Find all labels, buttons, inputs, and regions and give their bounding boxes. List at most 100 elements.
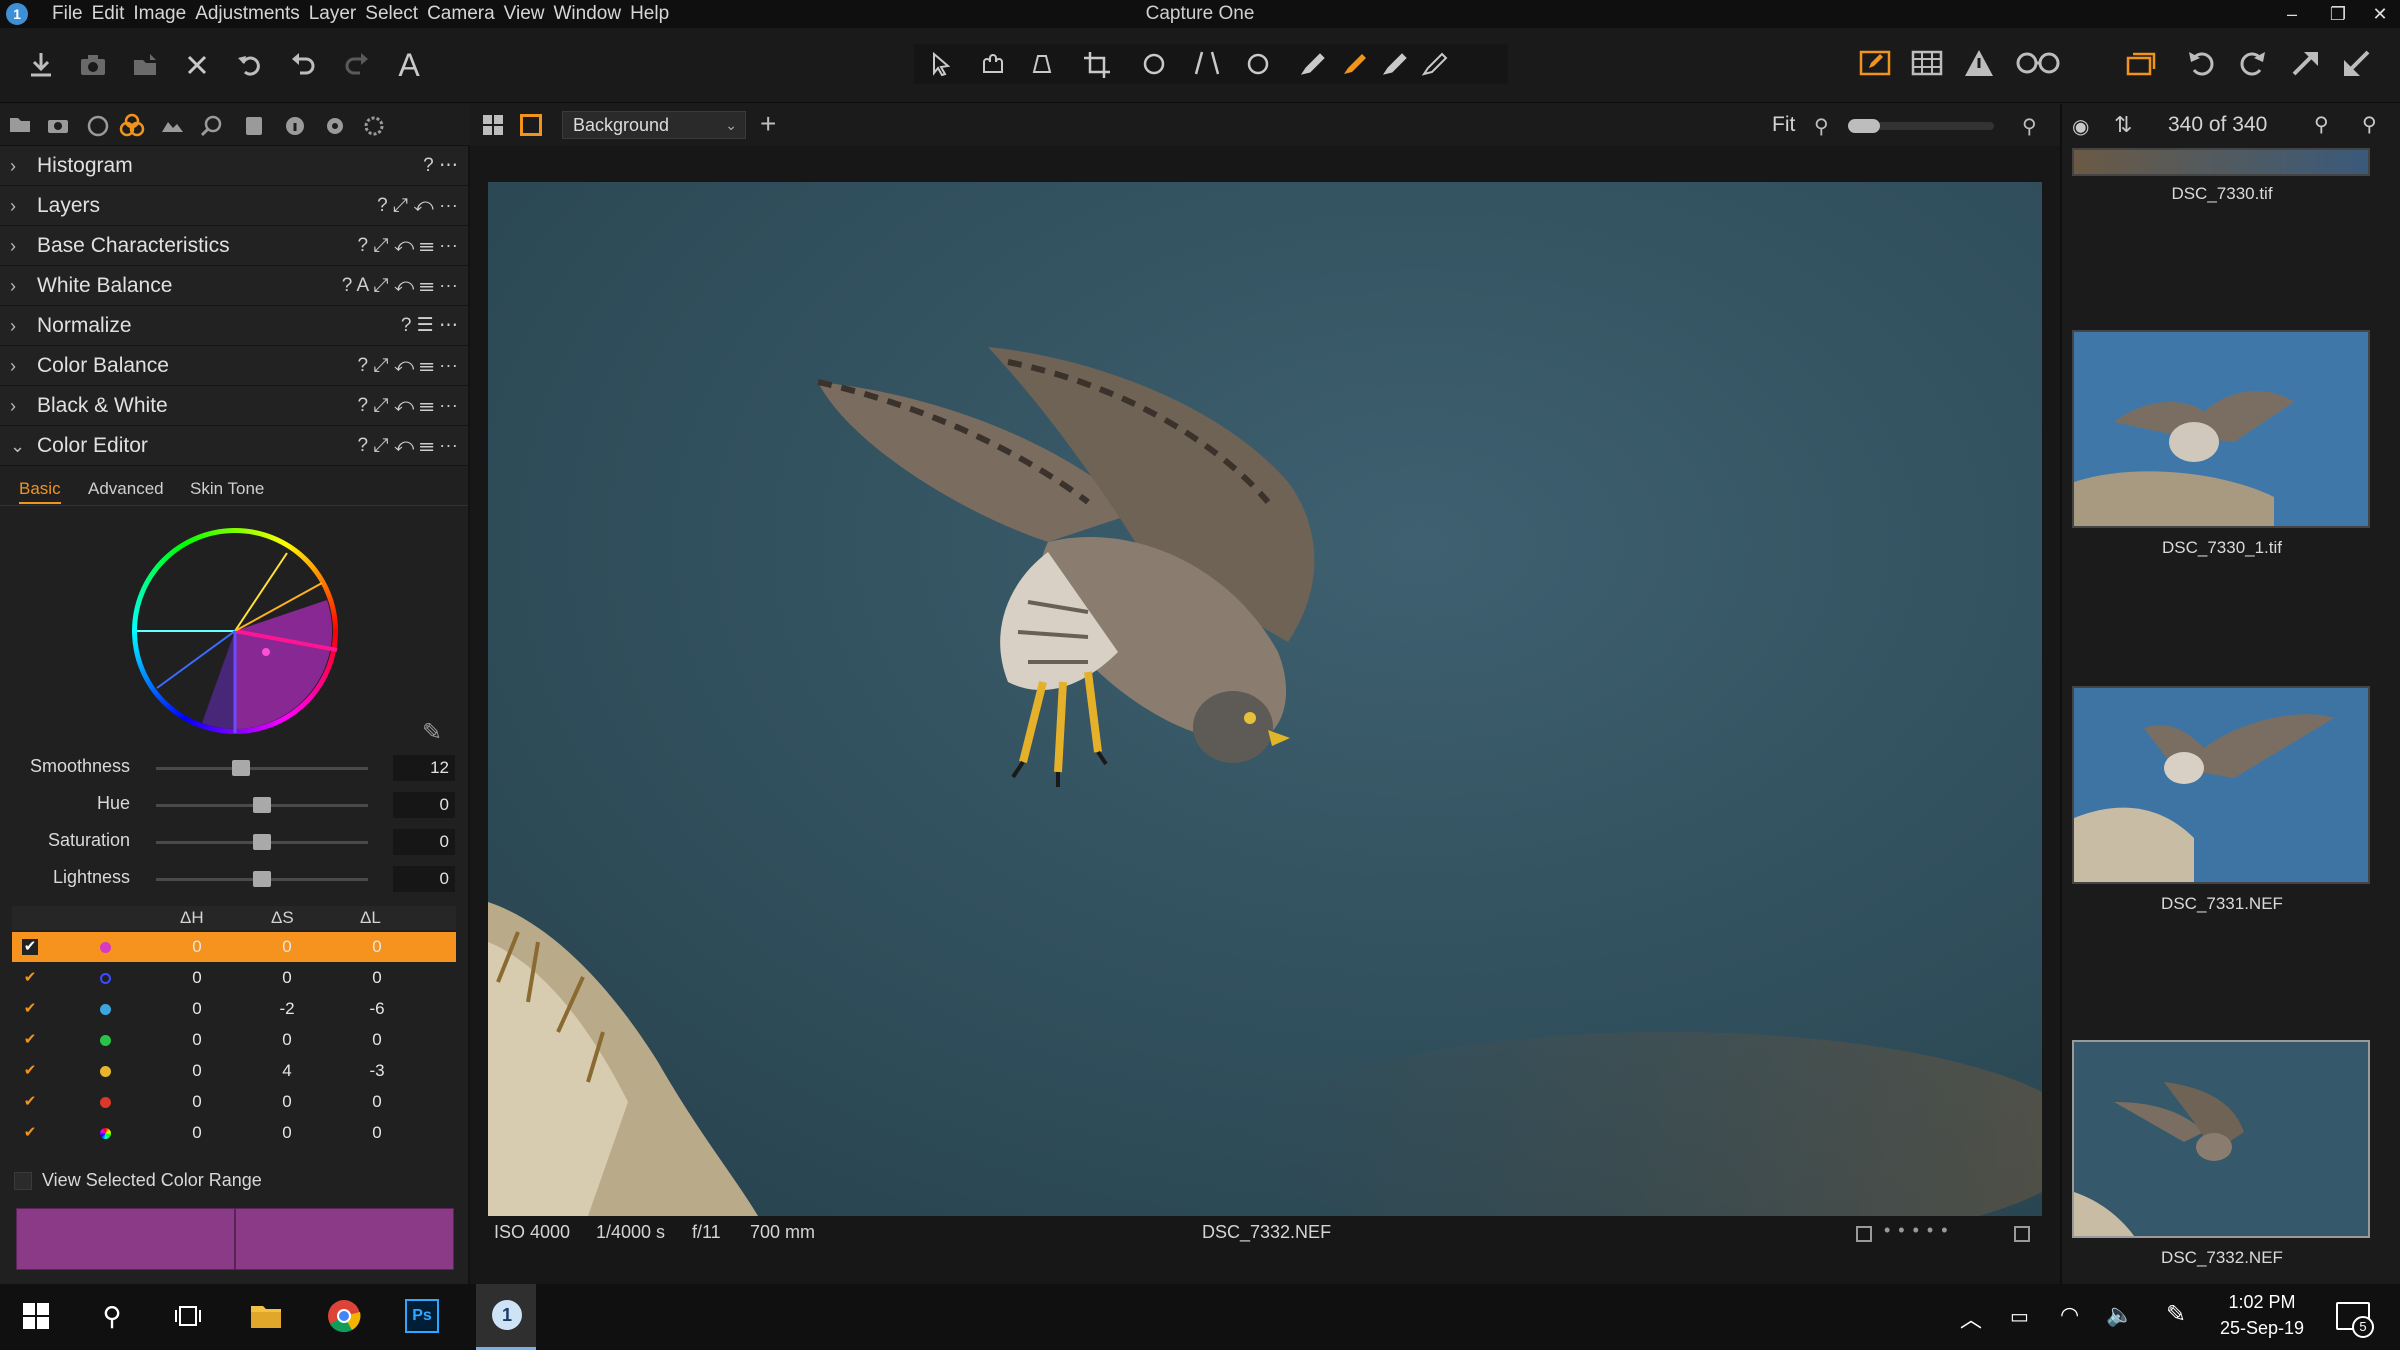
tool-actions-icons[interactable]: ? ⋯ <box>423 146 458 186</box>
lightness-slider[interactable] <box>156 871 368 887</box>
tab-basic[interactable]: Basic <box>19 476 61 504</box>
rotate-right-icon[interactable] <box>2236 46 2270 80</box>
select-checkbox[interactable] <box>1856 1226 1872 1242</box>
delta-dl-value[interactable]: -6 <box>357 994 397 1024</box>
close-window-button[interactable]: ✕ <box>2362 0 2398 28</box>
tool-histogram[interactable]: › Histogram ? ⋯ <box>0 146 468 186</box>
edit-mode-icon[interactable] <box>1858 46 1892 80</box>
color-wheel[interactable] <box>132 528 338 734</box>
smoothness-slider[interactable] <box>156 760 368 776</box>
delta-dl-value[interactable]: 0 <box>357 1025 397 1055</box>
saturation-slider[interactable] <box>156 834 368 850</box>
main-photo[interactable] <box>488 182 2042 1216</box>
thumbnail-image-selected[interactable] <box>2072 1040 2370 1238</box>
undo-icon[interactable] <box>286 48 320 82</box>
tool-actions-icons[interactable]: ? ☰ ⋯ <box>401 306 458 346</box>
view-selected-checkbox[interactable] <box>14 1172 32 1190</box>
zoom-slider[interactable] <box>1848 119 1994 133</box>
menu-image[interactable]: Image <box>133 0 195 28</box>
delta-dl-value[interactable]: 0 <box>357 1118 397 1148</box>
menu-layer[interactable]: Layer <box>309 0 366 28</box>
tool-actions-icons[interactable]: ? ⤢ ↶ ⋯ <box>377 186 458 226</box>
redo-icon[interactable] <box>340 48 374 82</box>
layer-select[interactable]: Background ⌄ <box>562 111 746 139</box>
menu-view[interactable]: View <box>504 0 554 28</box>
delta-dh-value[interactable]: 0 <box>177 1087 217 1117</box>
restore-button[interactable]: ❐ <box>2320 0 2356 28</box>
zoom-out-icon[interactable]: ⚲ <box>1814 114 1829 139</box>
minimize-button[interactable]: – <box>2274 0 2310 28</box>
hue-slider[interactable] <box>156 797 368 813</box>
slider-knob[interactable] <box>253 797 271 813</box>
tool-tab-icons[interactable] <box>0 104 470 146</box>
delta-ds-value[interactable]: 0 <box>267 1087 307 1117</box>
delta-ds-value[interactable]: 4 <box>267 1056 307 1086</box>
delta-dl-value[interactable]: 0 <box>357 963 397 993</box>
delta-ds-value[interactable]: 0 <box>267 932 307 962</box>
slider-knob[interactable] <box>253 871 271 887</box>
tool-actions-icons[interactable]: ? A ⤢ ↶ ☰ ⋯ <box>342 266 458 306</box>
rotate-left-icon[interactable] <box>2184 46 2218 80</box>
chrome-icon[interactable] <box>322 1294 366 1338</box>
clock-date[interactable]: 25-Sep-19 <box>2212 1318 2312 1339</box>
menu-file[interactable]: File <box>52 0 92 28</box>
delta-ds-value[interactable]: -2 <box>267 994 307 1024</box>
export-icon[interactable] <box>128 48 162 82</box>
filter-search-icon[interactable]: ⚲ <box>2314 112 2329 137</box>
menu-window[interactable]: Window <box>554 0 631 28</box>
wifi-icon[interactable]: ◠ <box>2060 1302 2079 1328</box>
photoshop-icon[interactable]: Ps <box>400 1294 444 1338</box>
proof-glasses-icon[interactable] <box>2014 46 2062 80</box>
zoom-slider-knob[interactable] <box>1848 119 1880 133</box>
slider-knob[interactable] <box>253 834 271 850</box>
menu-camera[interactable]: Camera <box>427 0 504 28</box>
tool-base-characteristics[interactable]: › Base Characteristics ? ⤢ ↶ ☰ ⋯ <box>0 226 468 266</box>
delta-dh-value[interactable]: 0 <box>177 963 217 993</box>
delta-dh-value[interactable]: 0 <box>177 1025 217 1055</box>
grid-view-icon[interactable] <box>482 114 504 136</box>
task-view-icon[interactable] <box>166 1294 210 1338</box>
row-enable-checkbox[interactable]: ✔ <box>22 939 38 955</box>
menu-edit[interactable]: Edit <box>92 0 134 28</box>
tool-normalize[interactable]: › Normalize ? ☰ ⋯ <box>0 306 468 346</box>
row-enable-checkbox[interactable]: ✔ <box>22 1001 38 1017</box>
row-enable-checkbox[interactable]: ✔ <box>22 1094 38 1110</box>
row-enable-checkbox[interactable]: ✔ <box>22 970 38 986</box>
sort-icon[interactable]: ⇅ <box>2114 112 2132 138</box>
exposure-warning-icon[interactable] <box>1962 46 1996 80</box>
search-icon[interactable]: ⚲ <box>90 1294 134 1338</box>
windows-start-icon[interactable] <box>14 1294 58 1338</box>
menu-adjustments[interactable]: Adjustments <box>195 0 309 28</box>
thumbnail-image[interactable] <box>2072 686 2370 884</box>
tab-advanced[interactable]: Advanced <box>88 476 164 502</box>
delta-dh-value[interactable]: 0 <box>177 994 217 1024</box>
thumbnail-image[interactable] <box>2072 148 2370 176</box>
delta-dl-value[interactable]: 0 <box>357 932 397 962</box>
grid-icon[interactable] <box>1910 46 1944 80</box>
tool-white-balance[interactable]: › White Balance ? A ⤢ ↶ ☰ ⋯ <box>0 266 468 306</box>
single-view-icon[interactable] <box>520 114 542 136</box>
settings-badge-icon[interactable] <box>2014 1226 2030 1242</box>
saturation-value[interactable]: 0 <box>393 829 455 855</box>
smoothness-value[interactable]: 12 <box>393 755 455 781</box>
color-range-row[interactable]: ✔ 0 0 0 <box>12 963 456 993</box>
tool-color-editor[interactable]: ⌄ Color Editor ? ⤢ ↶ ☰ ⋯ <box>0 426 468 466</box>
text-tool-icon[interactable]: A <box>392 47 426 83</box>
rating-dots[interactable]: ••••• <box>1884 1220 1956 1241</box>
volume-icon[interactable]: 🔈 <box>2106 1302 2133 1328</box>
color-picker-icon[interactable]: ✎ <box>422 718 442 747</box>
search-icon[interactable]: ⚲ <box>2362 112 2377 137</box>
row-enable-checkbox[interactable]: ✔ <box>22 1063 38 1079</box>
import-icon[interactable] <box>24 48 58 82</box>
delta-dl-value[interactable]: 0 <box>357 1087 397 1117</box>
variants-icon[interactable] <box>2124 46 2158 80</box>
delta-dh-value[interactable]: 0 <box>177 1056 217 1086</box>
color-range-row[interactable]: ✔ 0 -2 -6 <box>12 994 456 1024</box>
zoom-fit-label[interactable]: Fit <box>1772 113 1795 137</box>
zoom-in-icon[interactable]: ⚲ <box>2022 114 2037 139</box>
tool-actions-icons[interactable]: ? ⤢ ↶ ☰ ⋯ <box>358 346 458 386</box>
delete-icon[interactable] <box>180 48 214 82</box>
delta-dh-value[interactable]: 0 <box>177 1118 217 1148</box>
reset-icon[interactable] <box>232 48 266 82</box>
color-range-row[interactable]: ✔ 0 4 -3 <box>12 1056 456 1086</box>
